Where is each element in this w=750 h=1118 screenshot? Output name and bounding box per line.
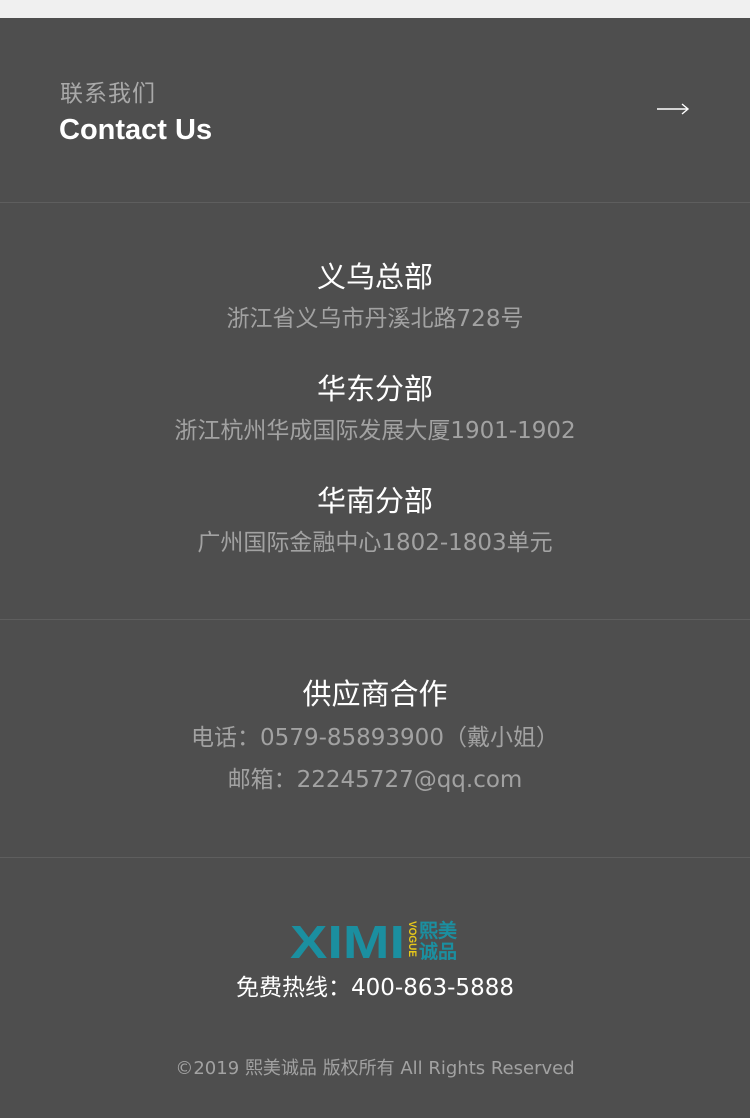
footer: XIMI VOGUE 熙美 诚品 免费热线：400-863-5888 ©2019… <box>0 858 750 1118</box>
logo-cn-top: 熙美 <box>419 919 458 942</box>
contact-title-cn: 联系我们 <box>60 81 156 107</box>
top-edge-bar <box>0 0 750 18</box>
logo-cn-bottom: 诚品 <box>419 941 457 960</box>
arrow-right-icon[interactable] <box>656 100 690 118</box>
contact-header[interactable]: 联系我们 Contact Us <box>0 18 750 203</box>
office-item: 华东分部 浙江杭州华成国际发展大厦1901-1902 <box>0 371 750 447</box>
office-address: 广州国际金融中心1802-1803单元 <box>197 530 553 556</box>
logo-text: XIMI <box>290 918 405 960</box>
office-name: 华东分部 <box>316 372 433 406</box>
ximi-logo: XIMI VOGUE 熙美 诚品 <box>290 918 458 960</box>
offices-section: 义乌总部 浙江省义乌市丹溪北路728号 华东分部 浙江杭州华成国际发展大厦190… <box>0 203 750 620</box>
copyright: ©2019 熙美诚品 版权所有 All Rights Reserved <box>175 1058 575 1079</box>
office-address: 浙江省义乌市丹溪北路728号 <box>226 306 524 332</box>
supplier-phone[interactable]: 电话：0579-85893900（戴小姐） <box>0 722 750 754</box>
supplier-section: 供应商合作 电话：0579-85893900（戴小姐） 邮箱：22245727@… <box>0 620 750 858</box>
office-name: 义乌总部 <box>316 260 433 294</box>
supplier-email[interactable]: 邮箱：22245727@qq.com <box>0 764 750 796</box>
office-address: 浙江杭州华成国际发展大厦1901-1902 <box>174 418 576 444</box>
office-item: 义乌总部 浙江省义乌市丹溪北路728号 <box>0 259 750 335</box>
logo-side-text: VOGUE <box>406 921 418 957</box>
office-item: 华南分部 广州国际金融中心1802-1803单元 <box>0 483 750 559</box>
supplier-title: 供应商合作 <box>302 677 448 711</box>
hotline[interactable]: 免费热线：400-863-5888 <box>0 972 750 1004</box>
contact-title-en: Contact Us <box>59 114 213 146</box>
office-name: 华南分部 <box>316 484 433 518</box>
